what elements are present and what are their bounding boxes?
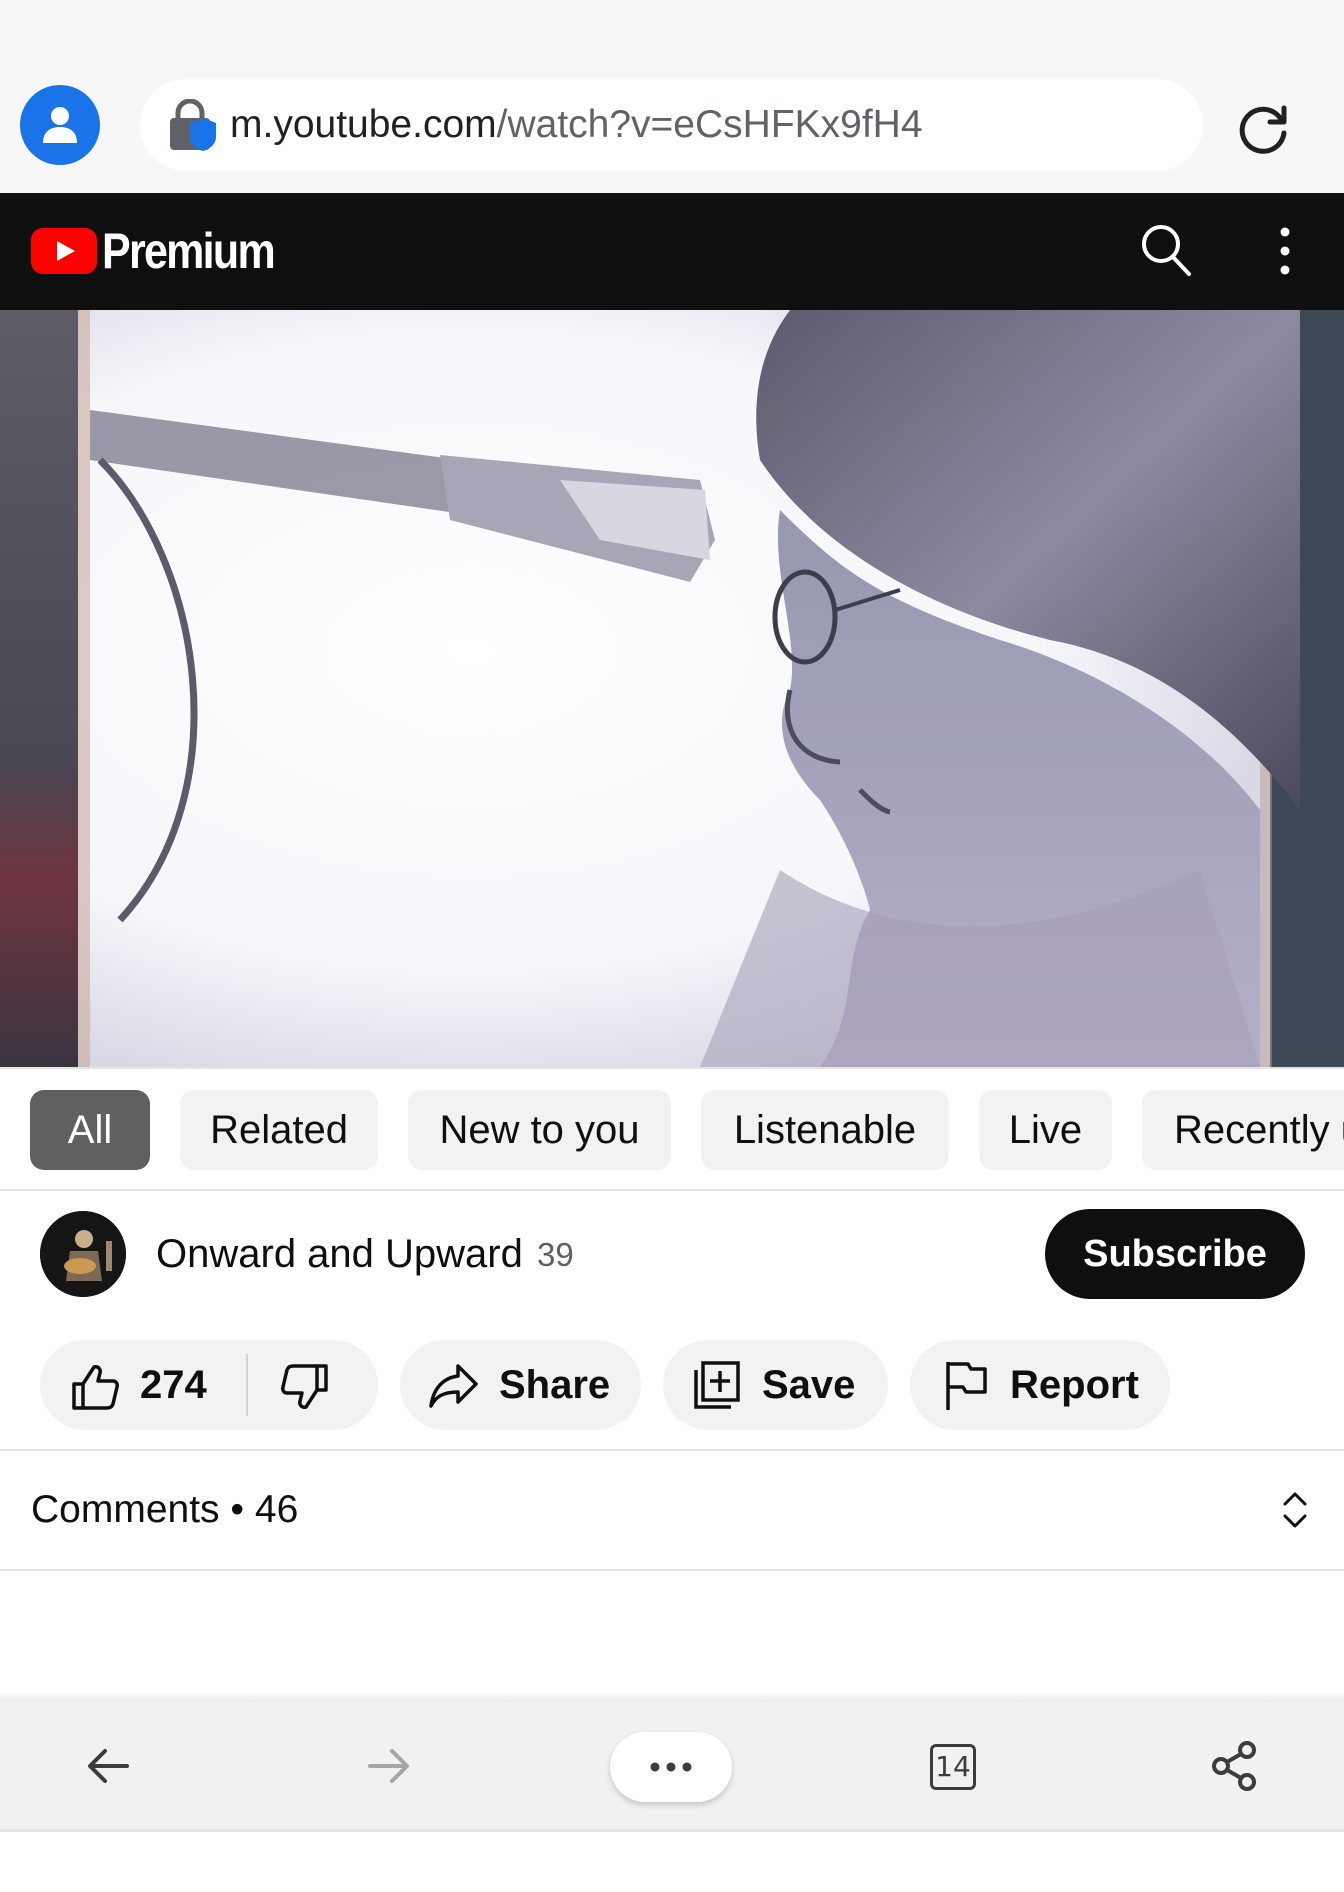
chip-recently-uploaded[interactable]: Recently uploaded [1142, 1090, 1344, 1170]
report-label: Report [1010, 1363, 1139, 1407]
share-label: Share [499, 1363, 611, 1407]
like-count[interactable]: 274 [140, 1340, 207, 1430]
video-frame [0, 310, 1344, 1067]
flag-icon [946, 1362, 987, 1410]
youtube-header: Premium [0, 193, 1344, 310]
comments-label: Comments [31, 1488, 220, 1531]
browser-bottom-toolbar: 14 [0, 1702, 1344, 1832]
chip-listenable[interactable]: Listenable [701, 1090, 949, 1170]
share-icon[interactable] [1205, 1736, 1265, 1796]
tabs-icon[interactable]: 14 [930, 1744, 976, 1790]
like-icon[interactable] [70, 1362, 120, 1412]
lock-shield-icon [170, 99, 216, 151]
comments-section-header[interactable]: Comments • 46 [0, 1451, 1344, 1571]
url-text: m.youtube.com/watch?v=eCsHFKx9fH4 [230, 79, 923, 171]
video-player[interactable] [0, 310, 1344, 1067]
like-divider [246, 1354, 248, 1416]
save-label: Save [762, 1363, 856, 1407]
forward-arrow-icon[interactable] [358, 1736, 418, 1796]
more-vert-icon[interactable] [1270, 218, 1300, 284]
url-field[interactable]: m.youtube.com/watch?v=eCsHFKx9fH4 [140, 79, 1203, 171]
url-domain: m.youtube.com [230, 103, 497, 146]
brand-label[interactable]: Premium [102, 193, 276, 310]
channel-avatar[interactable] [40, 1211, 126, 1297]
chip-live[interactable]: Live [979, 1090, 1112, 1170]
person-icon [43, 107, 77, 143]
chip-all[interactable]: All [30, 1090, 150, 1170]
channel-avatar-image [40, 1211, 126, 1297]
save-button[interactable]: Save [663, 1340, 888, 1430]
like-dislike-pill: 274 [40, 1340, 378, 1430]
channel-name[interactable]: Onward and Upward [156, 1211, 523, 1297]
browser-address-bar: m.youtube.com/watch?v=eCsHFKx9fH4 [0, 0, 1344, 193]
back-arrow-icon[interactable] [79, 1736, 139, 1796]
filter-chips-bar: All Related New to you Listenable Live R… [0, 1067, 1344, 1191]
search-icon[interactable] [1138, 220, 1194, 280]
comments-title: Comments • 46 [31, 1488, 299, 1531]
playlist-add-icon [694, 1361, 740, 1409]
reload-icon[interactable] [1235, 100, 1293, 158]
chip-related[interactable]: Related [180, 1090, 378, 1170]
video-actions-row: 274 Share Save Report [0, 1331, 1344, 1449]
profile-avatar-button[interactable] [20, 85, 100, 165]
subscribe-button[interactable]: Subscribe [1045, 1209, 1305, 1299]
subscriber-count: 39 [537, 1236, 574, 1273]
share-button[interactable]: Share [400, 1340, 641, 1430]
share-arrow-icon [429, 1364, 478, 1408]
more-options-button[interactable] [610, 1732, 732, 1802]
channel-row: Onward and Upward 39 Subscribe [0, 1191, 1344, 1331]
url-path: /watch?v=eCsHFKx9fH4 [496, 103, 923, 146]
dislike-icon[interactable] [280, 1362, 330, 1412]
more-horiz-icon [650, 1762, 692, 1772]
comments-count: 46 [254, 1488, 299, 1531]
chip-new-to-you[interactable]: New to you [408, 1090, 671, 1170]
unfold-more-icon[interactable] [1279, 1489, 1311, 1531]
youtube-logo-icon[interactable] [31, 228, 97, 274]
report-button[interactable]: Report [910, 1340, 1170, 1430]
